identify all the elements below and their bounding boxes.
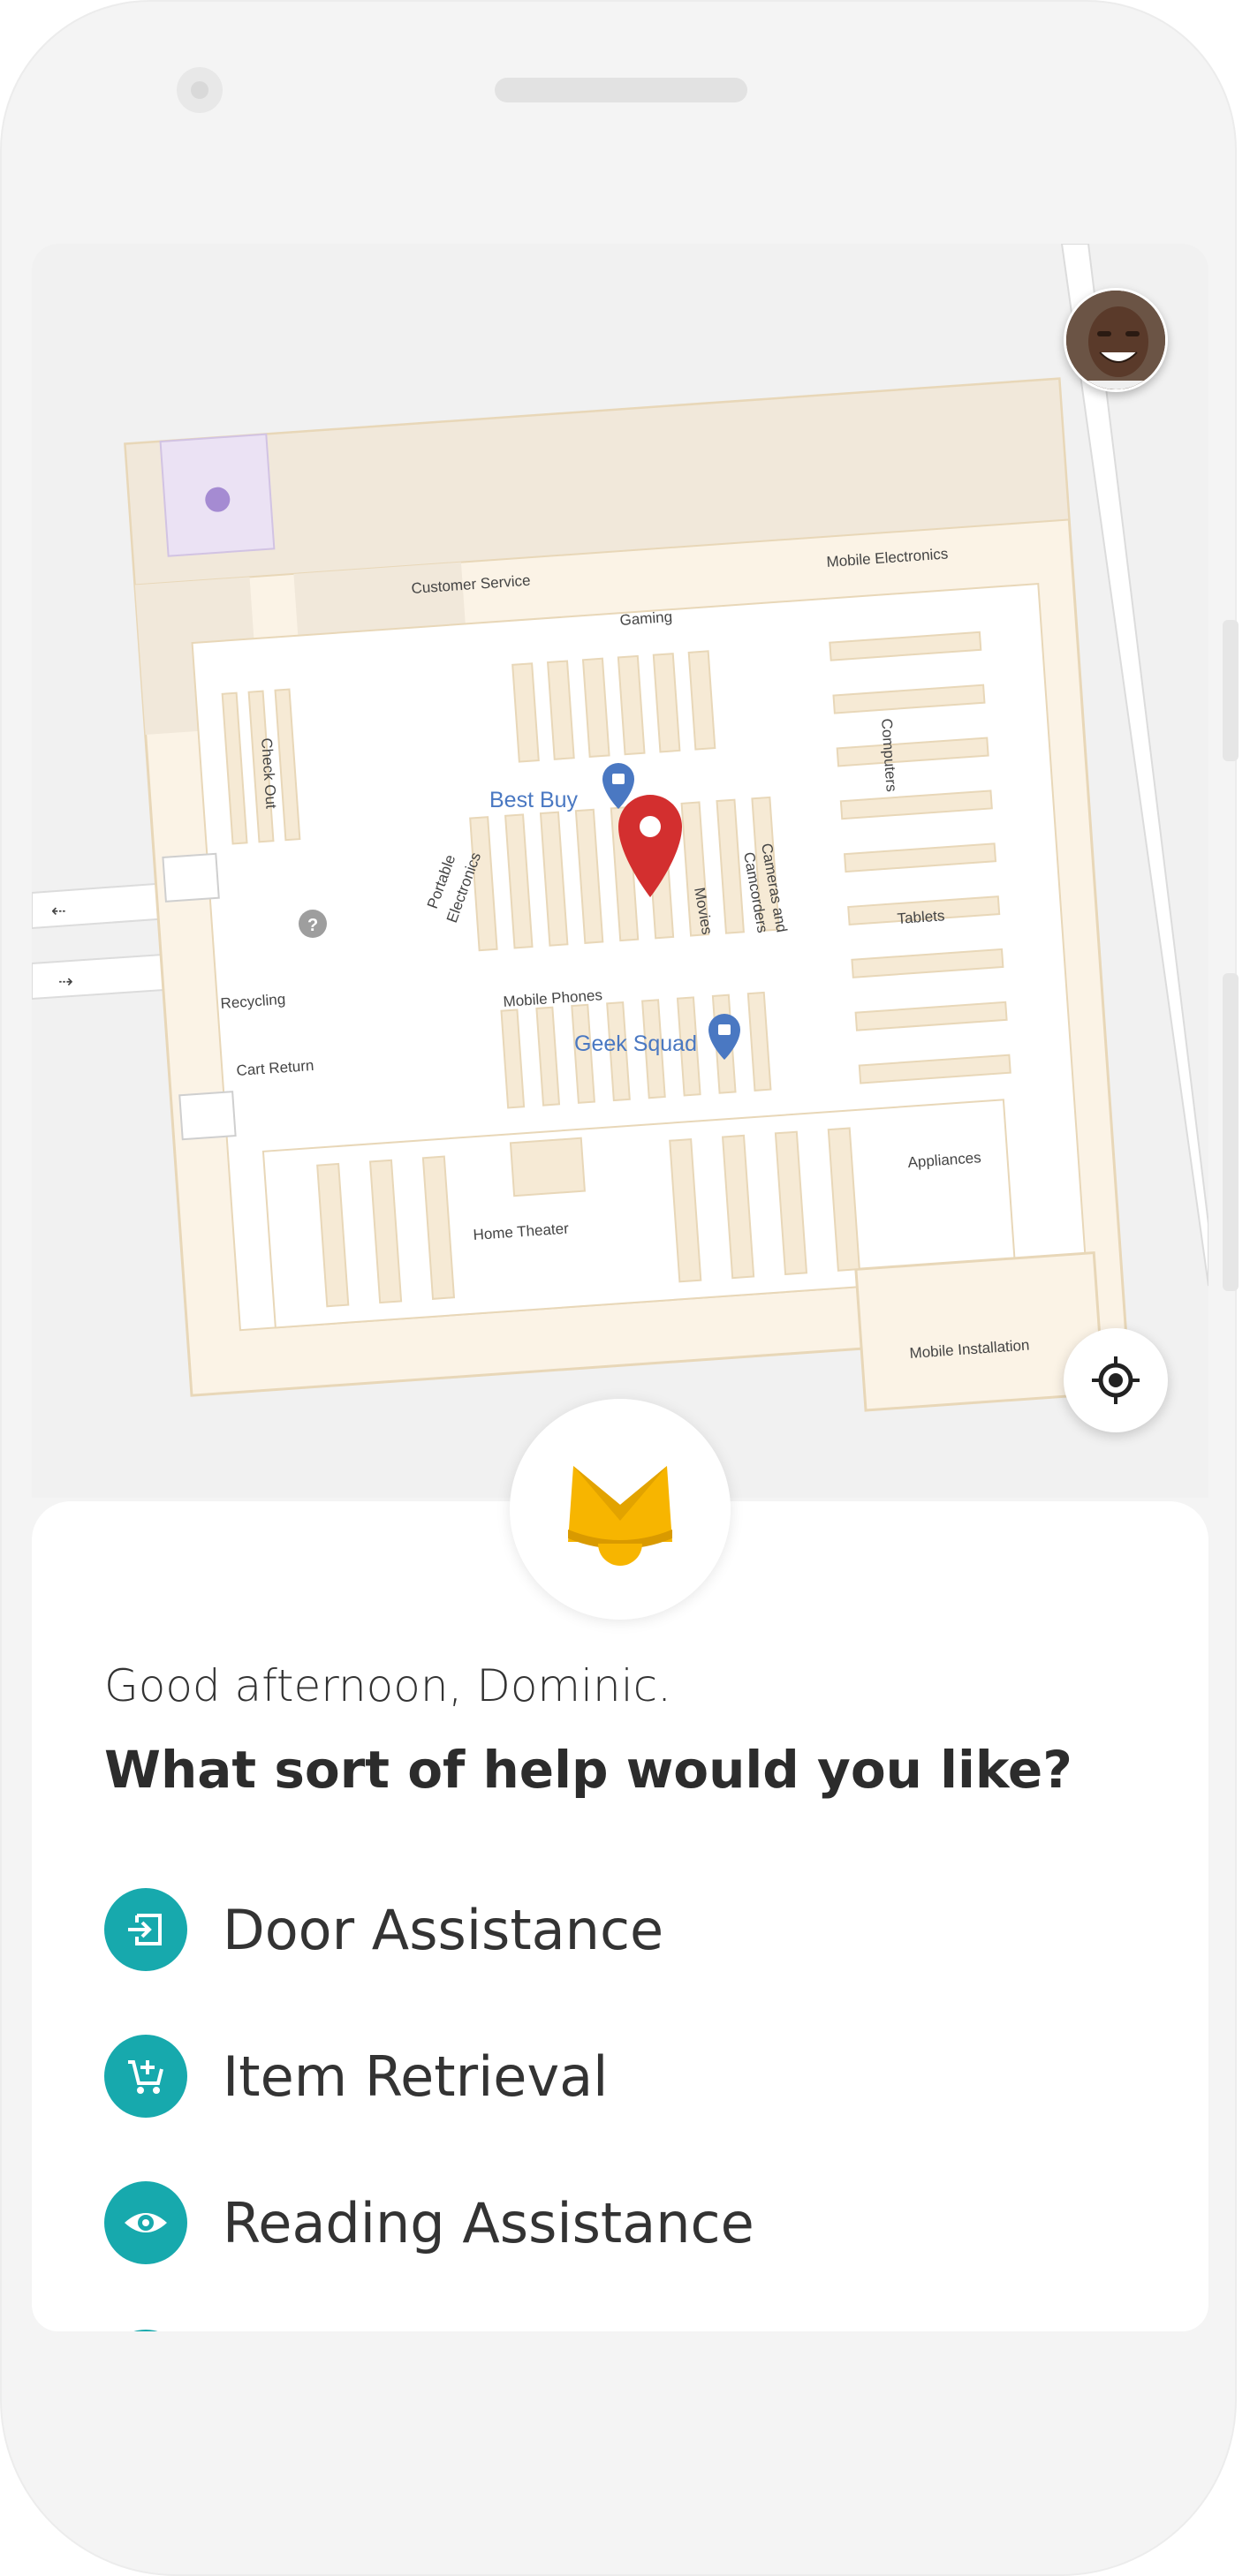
door-enter-icon (104, 1888, 187, 1971)
front-camera (177, 67, 223, 113)
option-reading-assistance[interactable]: Reading Assistance (104, 2181, 1147, 2264)
my-location-button[interactable] (1064, 1328, 1168, 1432)
poi-best-buy[interactable]: Best Buy (489, 788, 579, 812)
option-item-retrieval[interactable]: Item Retrieval (104, 2035, 1147, 2118)
arrow-right-lane: ⇢ (58, 972, 73, 992)
floor-plan-svg: ⇠ ⇢ ? Customer Service Gaming Mobile Ele… (32, 244, 1208, 1412)
greeting-text: Good afternoon, Dominic. (104, 1660, 671, 1711)
phone-frame: ⇠ ⇢ ? Customer Service Gaming Mobile Ele… (0, 0, 1239, 2576)
help-options-list: Door Assistance Item Retrieval Reading A… (104, 1888, 1147, 2330)
cart-add-icon (104, 2035, 187, 2118)
option-label: Door Assistance (223, 1897, 664, 1962)
arrow-left-lane: ⇠ (51, 902, 66, 921)
label-tablets: Tablets (897, 907, 945, 927)
svg-text:?: ? (307, 916, 318, 935)
poi-geek-squad[interactable]: Geek Squad (574, 1031, 697, 1056)
option-door-assistance[interactable]: Door Assistance (104, 1888, 1147, 1971)
help-question-heading: What sort of help would you like? (104, 1740, 1072, 1800)
crosshair-icon (1092, 1356, 1140, 1404)
eye-icon (104, 2181, 187, 2264)
store-shelf (509, 1137, 586, 1197)
bell-logo-icon (568, 1466, 672, 1566)
app-logo-badge (510, 1399, 731, 1620)
store-map[interactable]: ⇠ ⇢ ? Customer Service Gaming Mobile Ele… (32, 244, 1208, 1498)
app-screen: ⇠ ⇢ ? Customer Service Gaming Mobile Ele… (32, 244, 1208, 2331)
volume-button (1223, 620, 1239, 761)
option-label: Item Retrieval (223, 2043, 609, 2109)
speaker-grille (495, 78, 747, 102)
user-avatar[interactable] (1064, 288, 1168, 392)
option-label: Reading Assistance (223, 2190, 754, 2255)
power-button (1223, 973, 1239, 1291)
